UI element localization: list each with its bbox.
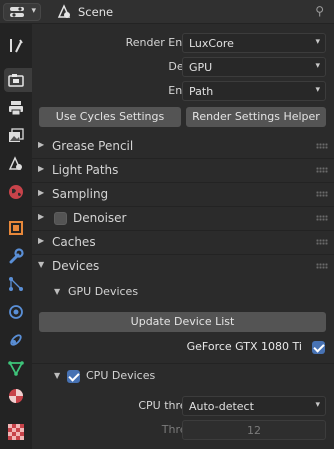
chevron-right-icon: ▶: [38, 236, 45, 245]
chevron-down-icon: ▾: [315, 61, 320, 71]
engine-value: Path: [189, 85, 214, 98]
physics-orbit-icon: [9, 305, 23, 319]
section-title: Grease Pencil: [52, 139, 134, 153]
drag-handle-icon[interactable]: [316, 167, 328, 173]
particles-icon: [9, 277, 23, 291]
world-tab[interactable]: [4, 180, 28, 204]
engine-row: Engine Path ▾: [32, 81, 334, 101]
cpu-threads-dropdown[interactable]: Auto-detect ▾: [182, 396, 326, 416]
chevron-down-icon: ▾: [315, 37, 320, 47]
section-sampling[interactable]: ▶ Sampling: [32, 183, 334, 206]
properties-header: ▾ Scene ⚲: [0, 0, 334, 24]
threads-value: 12: [247, 424, 261, 437]
texture-tab[interactable]: [4, 420, 28, 444]
image-stack-icon: [9, 128, 24, 142]
constraint-icon: [10, 334, 22, 346]
chevron-down-icon: ▾: [315, 85, 320, 95]
section-title: Sampling: [52, 187, 109, 201]
checker-texture-icon: [8, 424, 24, 440]
divider: [32, 363, 334, 364]
editor-type-selector[interactable]: ▾: [3, 3, 41, 21]
chevron-right-icon: ▶: [38, 140, 45, 149]
device-value: GPU: [189, 61, 213, 74]
subpanel-gpu-devices[interactable]: ▼ GPU Devices: [32, 282, 334, 304]
subpanel-title: CPU Devices: [86, 369, 156, 382]
cpu-devices-checkbox[interactable]: [67, 370, 80, 383]
gpu-device-checkbox[interactable]: [312, 341, 325, 354]
material-sphere-icon: [9, 389, 23, 403]
drag-handle-icon[interactable]: [316, 263, 328, 269]
printer-icon: [9, 101, 23, 116]
denoiser-checkbox[interactable]: [54, 212, 67, 225]
scene-tab[interactable]: [4, 152, 28, 176]
chevron-down-icon: ▼: [54, 287, 61, 296]
subpanel-title: GPU Devices: [68, 285, 139, 298]
chevron-down-icon: ▾: [31, 6, 36, 16]
mesh-data-icon: [8, 361, 24, 376]
drag-handle-icon[interactable]: [316, 143, 328, 149]
render-engine-value: LuxCore: [189, 37, 234, 50]
data-tab[interactable]: [4, 356, 28, 380]
chevron-down-icon: ▾: [315, 400, 320, 410]
drag-handle-icon[interactable]: [316, 215, 328, 221]
camera-back-icon: [8, 74, 24, 87]
particles-tab[interactable]: [4, 272, 28, 296]
section-denoiser[interactable]: ▶ Denoiser: [32, 207, 334, 230]
render-settings-helper-button[interactable]: Render Settings Helper: [186, 107, 326, 127]
wrench-icon: [9, 248, 24, 264]
threads-row: Threads 12: [32, 420, 334, 440]
gpu-device-row: GeForce GTX 1080 Ti: [32, 337, 334, 357]
modifier-tab[interactable]: [4, 244, 28, 268]
threads-field[interactable]: 12: [182, 420, 326, 440]
world-icon: [9, 185, 23, 199]
section-title: Denoiser: [73, 211, 127, 225]
gpu-device-name: GeForce GTX 1080 Ti: [186, 340, 302, 353]
scene-title: Scene: [78, 5, 114, 19]
pin-icon[interactable]: ⚲: [315, 4, 324, 18]
device-row: Device GPU ▾: [32, 57, 334, 77]
section-light-paths[interactable]: ▶ Light Paths: [32, 159, 334, 182]
material-tab[interactable]: [4, 384, 28, 408]
drag-handle-icon[interactable]: [316, 239, 328, 245]
device-dropdown[interactable]: GPU ▾: [182, 57, 326, 77]
chevron-right-icon: ▶: [38, 164, 45, 173]
output-tab[interactable]: [4, 96, 28, 120]
scene-icon: [57, 4, 71, 18]
tool-tab[interactable]: [4, 34, 28, 58]
wrench-screwdriver-icon: [10, 39, 23, 53]
section-title: Light Paths: [52, 163, 119, 177]
section-caches[interactable]: ▶ Caches: [32, 231, 334, 254]
object-tab[interactable]: [4, 216, 28, 240]
render-tab[interactable]: [4, 68, 32, 92]
object-square-icon: [9, 221, 23, 235]
cpu-threads-value: Auto-detect: [189, 400, 254, 413]
scene-icon: [8, 156, 22, 170]
section-title: Caches: [52, 235, 96, 249]
constraints-tab[interactable]: [4, 328, 28, 352]
chevron-down-icon: ▼: [38, 260, 45, 269]
section-devices[interactable]: ▼ Devices: [32, 255, 334, 278]
subpanel-cpu-devices[interactable]: ▼ CPU Devices: [32, 366, 334, 388]
render-engine-row: Render Engine LuxCore ▾: [32, 33, 334, 53]
section-grease-pencil[interactable]: ▶ Grease Pencil: [32, 135, 334, 158]
chevron-down-icon: ▼: [54, 371, 61, 380]
drag-handle-icon[interactable]: [316, 191, 328, 197]
engine-dropdown[interactable]: Path ▾: [182, 81, 326, 101]
properties-editor-icon: [10, 7, 24, 17]
chevron-right-icon: ▶: [38, 188, 45, 197]
render-properties-panel: Render Engine LuxCore ▾ Device GPU ▾ Eng…: [32, 24, 334, 449]
render-engine-dropdown[interactable]: LuxCore ▾: [182, 33, 326, 53]
update-device-list-button[interactable]: Update Device List: [39, 312, 326, 332]
use-cycles-settings-button[interactable]: Use Cycles Settings: [39, 107, 181, 127]
physics-tab[interactable]: [4, 300, 28, 324]
chevron-right-icon: ▶: [38, 212, 45, 221]
section-title: Devices: [52, 259, 100, 273]
view-layer-tab[interactable]: [4, 124, 28, 148]
properties-tab-bar: [0, 24, 32, 449]
cpu-threads-row: CPU threads Auto-detect ▾: [32, 396, 334, 416]
